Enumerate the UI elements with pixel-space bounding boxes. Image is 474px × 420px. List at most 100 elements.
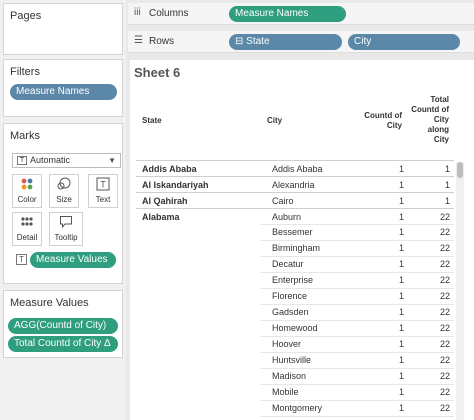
cell-city: Enterprise xyxy=(272,275,314,285)
cell-total-countd-city: 1 xyxy=(444,180,450,190)
rows-pill-state[interactable]: ⊟ State xyxy=(229,34,342,50)
row-divider xyxy=(260,240,454,241)
table-row[interactable]: Homewood 1 22 xyxy=(136,320,454,336)
detail-button[interactable]: Detail xyxy=(12,212,42,246)
measure-values-card: Measure Values AGG(Countd of City) Total… xyxy=(3,290,123,358)
cell-city: Huntsville xyxy=(272,355,312,365)
row-divider xyxy=(260,304,454,305)
cell-countd-city: 1 xyxy=(398,403,404,413)
cell-total-countd-city: 1 xyxy=(444,164,450,174)
cell-total-countd-city: 22 xyxy=(439,403,450,413)
table-row[interactable]: Huntsville 1 22 xyxy=(136,352,454,368)
mark-type-label: Automatic xyxy=(30,155,71,165)
table-row[interactable]: Madison 1 22 xyxy=(136,368,454,384)
table-row[interactable]: Decatur 1 22 xyxy=(136,256,454,272)
row-divider xyxy=(260,400,454,401)
table-row[interactable]: Al Iskandariyah Alexandria 1 1 xyxy=(136,176,454,192)
table-row[interactable]: Birmingham 1 22 xyxy=(136,240,454,256)
cell-city: Florence xyxy=(272,291,308,301)
cell-state: Al Qahirah xyxy=(142,196,188,206)
cell-countd-city: 1 xyxy=(398,196,404,206)
cell-total-countd-city: 22 xyxy=(439,387,450,397)
header-city: City xyxy=(267,116,283,125)
sheet-title: Sheet 6 xyxy=(134,65,181,80)
cell-total-countd-city: 22 xyxy=(439,275,450,285)
cell-city: Gadsden xyxy=(272,307,309,317)
cell-total-countd-city: 22 xyxy=(439,212,450,222)
marks-pill-measure-values[interactable]: Measure Values xyxy=(30,252,116,268)
text-button[interactable]: T Text xyxy=(88,174,118,208)
filters-card: Filters Measure Names xyxy=(3,59,123,117)
cell-total-countd-city: 22 xyxy=(439,291,450,301)
cell-countd-city: 1 xyxy=(398,307,404,317)
size-label: Size xyxy=(56,195,72,204)
marks-title: Marks xyxy=(10,130,40,142)
cell-city: Birmingham xyxy=(272,243,321,253)
cell-countd-city: 1 xyxy=(398,371,404,381)
size-button[interactable]: Size xyxy=(49,174,79,208)
rows-shelf: ☰ Rows ⊟ State City xyxy=(128,31,474,53)
color-button[interactable]: Color xyxy=(12,174,42,208)
cell-countd-city: 1 xyxy=(398,243,404,253)
cell-city: Bessemer xyxy=(272,227,313,237)
cell-countd-city: 1 xyxy=(398,227,404,237)
table-row[interactable]: Montgomery 1 22 xyxy=(136,400,454,416)
table-row[interactable]: Addis Ababa Addis Ababa 1 1 xyxy=(136,160,454,176)
table-row[interactable]: Mobile 1 22 xyxy=(136,384,454,400)
table-row[interactable]: Al Qahirah Cairo 1 1 xyxy=(136,192,454,208)
columns-icon: iii xyxy=(134,7,141,18)
row-divider xyxy=(260,224,454,225)
scrollbar-thumb[interactable] xyxy=(457,162,463,178)
cell-state: Al Iskandariyah xyxy=(142,180,209,190)
cell-state: Alabama xyxy=(142,212,180,222)
row-divider xyxy=(260,272,454,273)
table-row[interactable]: Alabama Auburn 1 22 xyxy=(136,208,454,224)
measure-pill-agg-countd-city[interactable]: AGG(Countd of City) xyxy=(8,318,118,334)
pages-card: Pages xyxy=(3,3,123,55)
text-label: Text xyxy=(95,195,111,204)
cell-countd-city: 1 xyxy=(398,323,404,333)
cell-countd-city: 1 xyxy=(398,180,404,190)
tooltip-button[interactable]: Tooltip xyxy=(49,212,83,246)
rows-pill-city[interactable]: City xyxy=(348,34,460,50)
columns-pill-measure-names[interactable]: Measure Names xyxy=(229,6,346,22)
mark-type-dropdown[interactable]: T Automatic ▼ xyxy=(12,153,121,168)
cell-countd-city: 1 xyxy=(398,387,404,397)
cell-countd-city: 1 xyxy=(398,259,404,269)
pages-title: Pages xyxy=(10,10,42,22)
detail-icon xyxy=(13,215,41,233)
color-label: Color xyxy=(17,195,37,204)
cell-city: Mobile xyxy=(272,387,299,397)
cell-total-countd-city: 22 xyxy=(439,371,450,381)
cell-countd-city: 1 xyxy=(398,339,404,349)
header-countd-line: Countd of xyxy=(364,111,402,120)
detail-label: Detail xyxy=(16,233,38,242)
measure-pill-total-countd-city[interactable]: Total Countd of City Δ xyxy=(8,336,118,352)
vertical-scrollbar[interactable] xyxy=(456,162,464,420)
row-divider xyxy=(260,368,454,369)
tooltip-icon xyxy=(50,215,82,233)
table-row[interactable]: Gadsden 1 22 xyxy=(136,304,454,320)
cell-countd-city: 1 xyxy=(398,355,404,365)
cell-city: Homewood xyxy=(272,323,318,333)
header-total-line: along xyxy=(427,125,449,134)
table-row[interactable]: Florence 1 22 xyxy=(136,288,454,304)
cell-city: Decatur xyxy=(272,259,304,269)
header-total-line: City xyxy=(433,115,449,124)
cell-total-countd-city: 22 xyxy=(439,243,450,253)
table-row[interactable]: Enterprise 1 22 xyxy=(136,272,454,288)
marks-card: Marks T Automatic ▼ Color Size T Text De… xyxy=(3,123,123,284)
row-divider xyxy=(260,384,454,385)
cell-city: Madison xyxy=(272,371,307,381)
filter-pill-measure-names[interactable]: Measure Names xyxy=(10,84,117,100)
cell-total-countd-city: 22 xyxy=(439,259,450,269)
table-row[interactable]: Hoover 1 22 xyxy=(136,336,454,352)
row-divider xyxy=(260,336,454,337)
columns-label: Columns xyxy=(149,8,189,19)
cell-total-countd-city: 22 xyxy=(439,307,450,317)
size-icon xyxy=(50,177,78,195)
row-divider xyxy=(260,288,454,289)
table-row[interactable]: Bessemer 1 22 xyxy=(136,224,454,240)
cell-countd-city: 1 xyxy=(398,164,404,174)
cell-city: Addis Ababa xyxy=(272,164,323,174)
